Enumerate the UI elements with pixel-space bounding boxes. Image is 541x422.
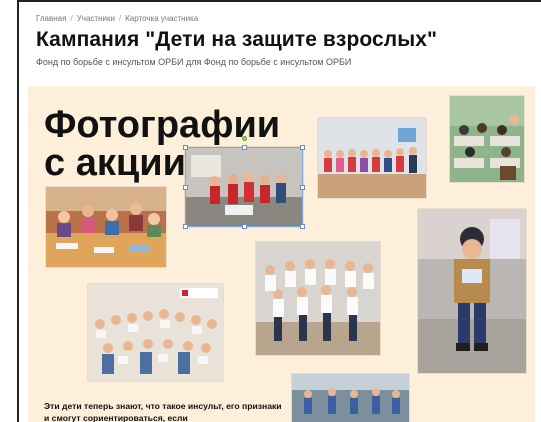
photo-kids-with-cards[interactable]: [88, 284, 223, 381]
photo-poster: Фотографии с акции Эти дети теперь знают…: [28, 86, 535, 422]
breadcrumb-current: Карточка участника: [125, 14, 199, 23]
breadcrumb: Главная / Участники / Карточка участника: [36, 14, 198, 23]
photo-boy-with-card[interactable]: [418, 209, 526, 373]
photo-classroom-back[interactable]: [450, 96, 524, 182]
poster-body-text: Эти дети теперь знают, что такое инсульт…: [44, 401, 282, 422]
photo-kids-exercising[interactable]: [292, 374, 409, 422]
photo-kids-white-shirts[interactable]: [256, 242, 380, 355]
photo-classroom-desks[interactable]: [46, 187, 166, 267]
photo-performance-selected[interactable]: [185, 147, 303, 227]
page-title: Кампания "Дети на защите взрослых": [36, 28, 438, 51]
breadcrumb-participants[interactable]: Участники: [77, 14, 115, 23]
photo-group-gym[interactable]: [318, 118, 426, 198]
breadcrumb-home[interactable]: Главная: [36, 14, 66, 23]
breadcrumb-separator: /: [70, 14, 73, 23]
page-subtitle: Фонд по борьбе с инсультом ОРБИ для Фонд…: [36, 57, 352, 67]
breadcrumb-separator: /: [118, 14, 122, 23]
